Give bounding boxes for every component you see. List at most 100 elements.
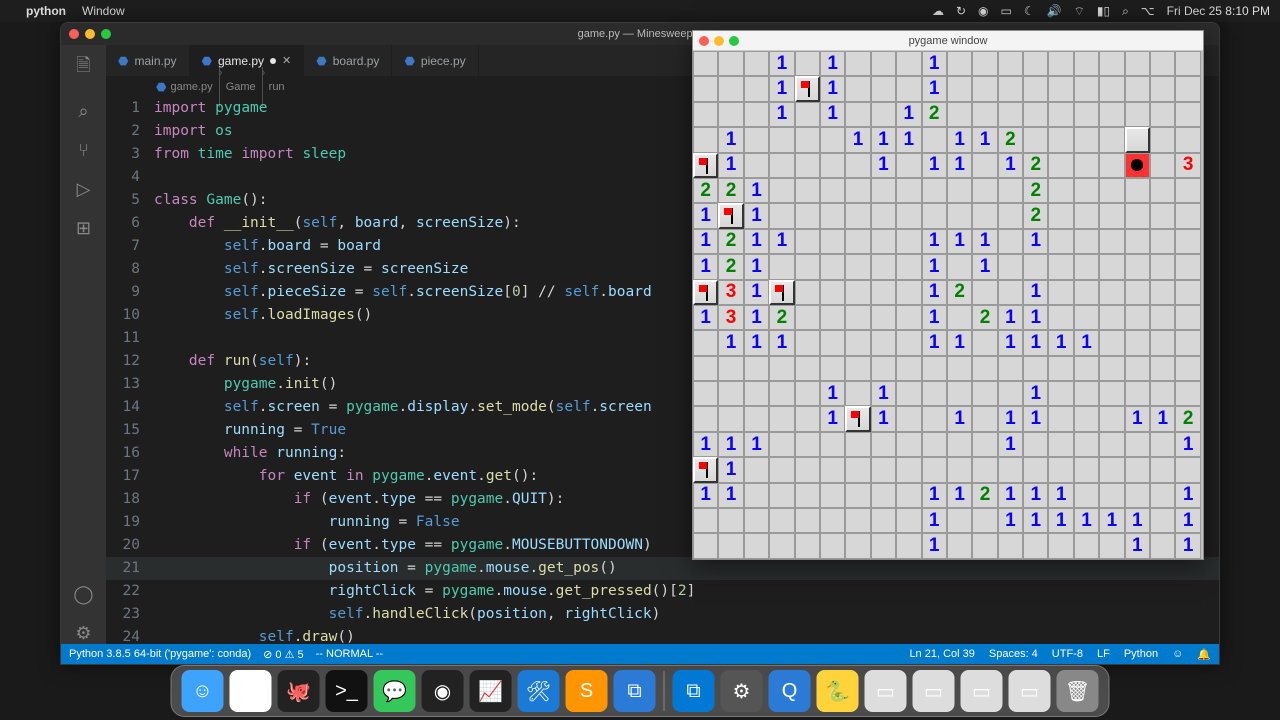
record-icon[interactable]: ◉	[978, 4, 988, 18]
cell-1[interactable]: 1	[1125, 533, 1150, 558]
cell-1[interactable]: 1	[693, 254, 718, 279]
cell-empty[interactable]	[1175, 51, 1200, 76]
cell-empty[interactable]	[795, 280, 820, 305]
cell-empty[interactable]	[1175, 76, 1200, 101]
cell-1[interactable]: 1	[998, 153, 1023, 178]
cell-empty[interactable]	[871, 356, 896, 381]
cell-2[interactable]: 2	[972, 305, 997, 330]
cell-empty[interactable]	[845, 203, 870, 228]
dock-py-icon[interactable]: 🐍	[817, 670, 859, 712]
cell-empty[interactable]	[744, 356, 769, 381]
cell-empty[interactable]	[795, 356, 820, 381]
cell-empty[interactable]	[972, 533, 997, 558]
cell-empty[interactable]	[1175, 457, 1200, 482]
cell-3[interactable]: 3	[718, 305, 743, 330]
cell-empty[interactable]	[1099, 533, 1124, 558]
close-icon[interactable]	[69, 29, 79, 39]
minimize-icon[interactable]	[714, 36, 724, 46]
cell-empty[interactable]	[1125, 203, 1150, 228]
cell-2[interactable]: 2	[769, 305, 794, 330]
cell-1[interactable]: 1	[947, 483, 972, 508]
cell-empty[interactable]	[693, 76, 718, 101]
cell-1[interactable]: 1	[972, 254, 997, 279]
cell-empty[interactable]	[1150, 51, 1175, 76]
cell-1[interactable]: 1	[1175, 533, 1200, 558]
cell-empty[interactable]	[1074, 153, 1099, 178]
cell-empty[interactable]	[744, 51, 769, 76]
cell-empty[interactable]	[1099, 483, 1124, 508]
cell-empty[interactable]	[845, 305, 870, 330]
cell-empty[interactable]	[845, 432, 870, 457]
cell-empty[interactable]	[871, 457, 896, 482]
cell-empty[interactable]	[1023, 51, 1048, 76]
cell-empty[interactable]	[1125, 356, 1150, 381]
cell-1[interactable]: 1	[1175, 483, 1200, 508]
dock-qt-icon[interactable]: Q	[769, 670, 811, 712]
fullscreen-icon[interactable]	[101, 29, 111, 39]
cell-empty[interactable]	[1074, 483, 1099, 508]
cell-empty[interactable]	[1023, 127, 1048, 152]
status-item[interactable]: ☺	[1172, 648, 1183, 661]
cell-empty[interactable]	[693, 508, 718, 533]
cell-empty[interactable]	[896, 229, 921, 254]
cell-1[interactable]: 1	[1023, 406, 1048, 431]
cell-empty[interactable]	[896, 533, 921, 558]
cell-empty[interactable]	[820, 254, 845, 279]
cell-1[interactable]: 1	[718, 483, 743, 508]
cell-empty[interactable]	[795, 153, 820, 178]
dock-vsc2-icon[interactable]: ⧉	[673, 670, 715, 712]
cell-1[interactable]: 1	[1048, 483, 1073, 508]
cell-empty[interactable]	[972, 178, 997, 203]
cell-empty[interactable]	[896, 432, 921, 457]
cell-empty[interactable]	[998, 533, 1023, 558]
cell-empty[interactable]	[1150, 533, 1175, 558]
cell-empty[interactable]	[998, 178, 1023, 203]
source-control-icon[interactable]: ⑂	[78, 140, 89, 161]
cell-empty[interactable]	[1099, 330, 1124, 355]
cell-empty[interactable]	[998, 280, 1023, 305]
cell-empty[interactable]	[1048, 76, 1073, 101]
cell-1[interactable]: 1	[922, 508, 947, 533]
cell-empty[interactable]	[1048, 432, 1073, 457]
cell-empty[interactable]	[972, 102, 997, 127]
menubar-app[interactable]: python	[26, 4, 66, 18]
cell-empty[interactable]	[1099, 203, 1124, 228]
cell-2[interactable]: 2	[718, 178, 743, 203]
cell-empty[interactable]	[693, 102, 718, 127]
cell-empty[interactable]	[871, 203, 896, 228]
cell-empty[interactable]	[947, 203, 972, 228]
cell-empty[interactable]	[820, 330, 845, 355]
cell-empty[interactable]	[845, 229, 870, 254]
cell-empty[interactable]	[1125, 432, 1150, 457]
cell-3[interactable]: 3	[718, 280, 743, 305]
cell-empty[interactable]	[1048, 51, 1073, 76]
cell-empty[interactable]	[769, 153, 794, 178]
dock[interactable]: ☺◯🐙>_💬◉📈🛠S⧉⧉⚙Q🐍▭▭▭▭🗑	[171, 665, 1110, 717]
cell-empty[interactable]	[972, 406, 997, 431]
cell-empty[interactable]	[845, 356, 870, 381]
cell-empty[interactable]	[769, 483, 794, 508]
cell-1[interactable]: 1	[1023, 483, 1048, 508]
cell-1[interactable]: 1	[922, 51, 947, 76]
cell-empty[interactable]	[693, 51, 718, 76]
cell-empty[interactable]	[820, 305, 845, 330]
cell-1[interactable]: 1	[871, 153, 896, 178]
cell-empty[interactable]	[998, 254, 1023, 279]
cell-empty[interactable]	[820, 178, 845, 203]
cell-empty[interactable]	[998, 51, 1023, 76]
cell-empty[interactable]	[820, 356, 845, 381]
cell-1[interactable]: 1	[998, 406, 1023, 431]
cell-empty[interactable]	[744, 153, 769, 178]
cell-empty[interactable]	[1074, 305, 1099, 330]
cell-1[interactable]: 1	[769, 51, 794, 76]
cell-empty[interactable]	[769, 508, 794, 533]
cell-empty[interactable]	[1048, 533, 1073, 558]
cell-empty[interactable]	[1099, 406, 1124, 431]
cell-covered[interactable]	[1125, 127, 1150, 152]
cell-empty[interactable]	[1175, 203, 1200, 228]
cell-1[interactable]: 1	[947, 127, 972, 152]
cell-empty[interactable]	[693, 406, 718, 431]
cell-empty[interactable]	[1048, 229, 1073, 254]
cell-empty[interactable]	[795, 330, 820, 355]
cell-1[interactable]: 1	[769, 102, 794, 127]
